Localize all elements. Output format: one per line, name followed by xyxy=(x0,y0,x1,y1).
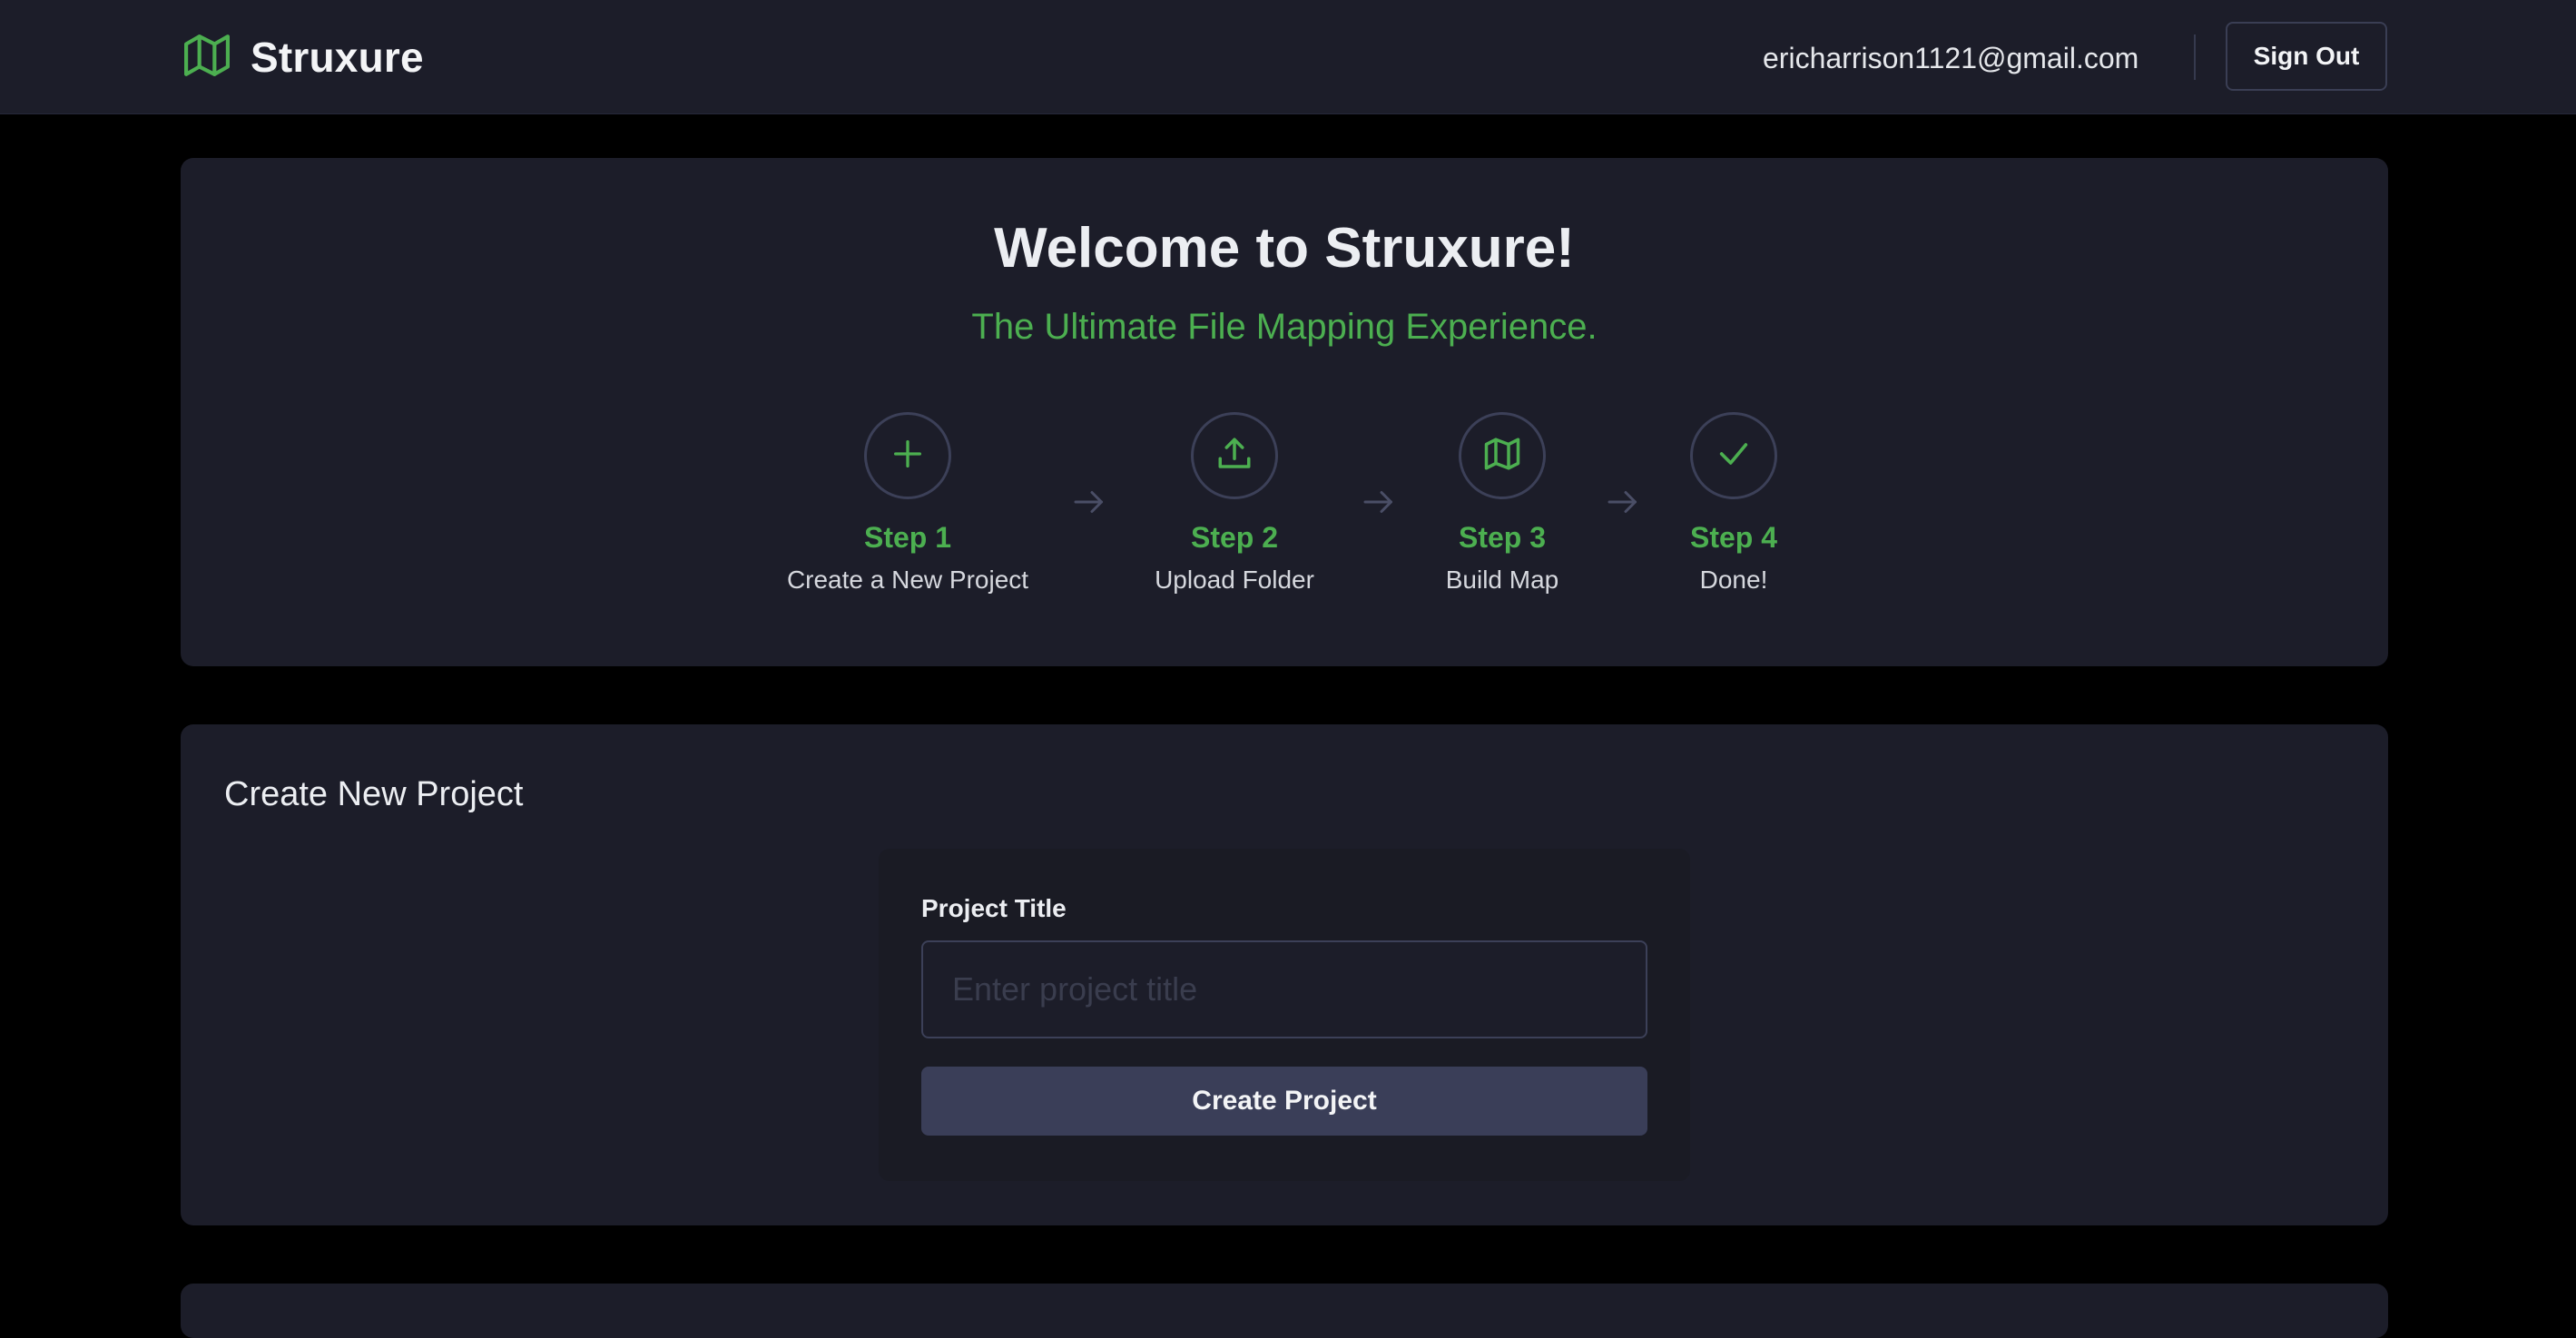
create-project-form: Project Title Create Project xyxy=(879,849,1690,1181)
step-description: Done! xyxy=(1699,566,1768,594)
header-divider xyxy=(2194,34,2196,80)
step-done: Step 4 Done! xyxy=(1598,412,1870,595)
section-title: Create New Project xyxy=(224,775,524,813)
upload-icon xyxy=(1215,435,1254,477)
step-create-project: Step 1 Create a New Project xyxy=(772,412,1044,595)
projects-card xyxy=(181,1284,2388,1338)
map-icon xyxy=(1483,435,1521,477)
step-circle xyxy=(1459,412,1546,499)
project-title-input[interactable] xyxy=(921,940,1647,1038)
welcome-card: Welcome to Struxure! The Ultimate File M… xyxy=(181,158,2388,666)
step-label: Step 4 xyxy=(1689,521,1778,554)
step-description: Upload Folder xyxy=(1155,566,1314,594)
welcome-title: Welcome to Struxure! xyxy=(994,217,1575,280)
create-project-button[interactable]: Create Project xyxy=(921,1067,1647,1136)
sign-out-button[interactable]: Sign Out xyxy=(2226,22,2387,91)
user-email: ericharrison1121@gmail.com xyxy=(1763,42,2139,74)
step-circle xyxy=(1690,412,1777,499)
plus-icon xyxy=(890,436,926,477)
step-label: Step 2 xyxy=(1190,521,1279,554)
welcome-subtitle: The Ultimate File Mapping Experience. xyxy=(971,307,1598,347)
step-circle xyxy=(864,412,951,499)
step-label: Step 1 xyxy=(863,521,952,554)
check-icon xyxy=(1716,436,1752,477)
step-circle xyxy=(1191,412,1278,499)
map-icon xyxy=(182,33,232,83)
step-description: Create a New Project xyxy=(786,566,1029,594)
brand[interactable]: Struxure xyxy=(182,31,424,84)
top-navbar: Struxure ericharrison1121@gmail.com Sign… xyxy=(0,0,2576,114)
project-title-label: Project Title xyxy=(921,894,1067,922)
app-title: Struxure xyxy=(251,34,424,81)
create-project-card: Create New Project Project Title Create … xyxy=(181,724,2388,1225)
step-upload-folder: Step 2 Upload Folder xyxy=(1098,412,1371,595)
